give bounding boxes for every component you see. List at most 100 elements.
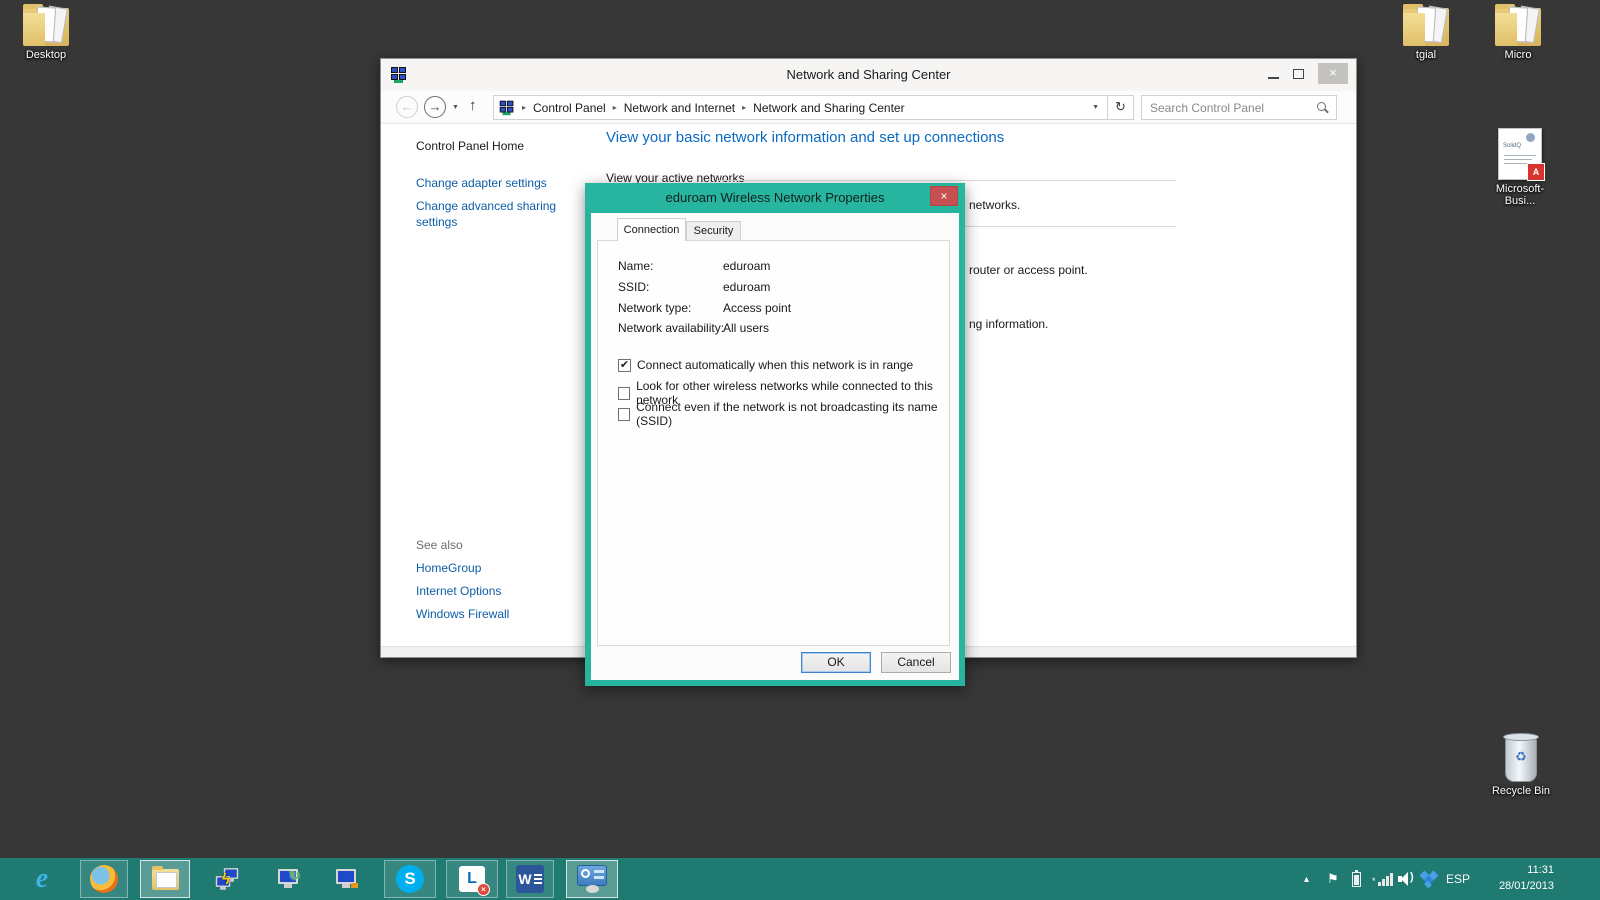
desktop-icon-desktop[interactable]: Desktop xyxy=(8,6,84,61)
word-icon: W xyxy=(516,865,544,893)
maximize-button[interactable] xyxy=(1293,69,1304,79)
breadcrumb-item-network-sharing[interactable]: Network and Sharing Center xyxy=(753,101,904,115)
taskbar-item-internet-explorer[interactable]: e xyxy=(20,860,64,898)
remote-desktop-icon: ↻ xyxy=(278,869,298,884)
tray-action-center[interactable]: ⚑ xyxy=(1327,858,1339,900)
history-dropdown-icon[interactable]: ▼ xyxy=(452,104,459,111)
address-dropdown-icon[interactable]: ▼ xyxy=(1084,104,1107,111)
checkbox-connect-hidden-ssid[interactable]: Connect even if the network is not broad… xyxy=(618,400,949,428)
tab-connection[interactable]: Connection xyxy=(617,218,686,241)
taskbar-item-firefox[interactable] xyxy=(80,860,128,898)
recycle-bin-icon: ♻ xyxy=(1505,736,1537,782)
taskbar-item-network-computer[interactable] xyxy=(324,860,368,898)
dropbox-icon xyxy=(1420,871,1438,888)
text-fragment-router: router or access point. xyxy=(969,263,1088,277)
forward-button[interactable]: → xyxy=(424,96,446,118)
close-button[interactable]: × xyxy=(1318,63,1348,84)
tray-volume[interactable]: ) xyxy=(1398,858,1416,900)
control-panel-icon xyxy=(577,865,607,886)
taskbar-item-control-panel[interactable] xyxy=(566,860,618,898)
text-fragment-networks: networks. xyxy=(969,198,1020,212)
folder-icon xyxy=(1495,6,1541,46)
folder-icon xyxy=(23,6,69,46)
firefox-icon xyxy=(90,865,118,893)
tray-clock[interactable]: 11:31 28/01/2013 xyxy=(1478,862,1554,894)
lync-icon: L× xyxy=(459,866,485,892)
back-button[interactable]: ← xyxy=(396,96,418,118)
network-computer-icon xyxy=(336,869,356,884)
breadcrumb-separator-icon: ▸ xyxy=(522,103,526,112)
field-value-network-availability: All users xyxy=(723,321,769,335)
folder-icon xyxy=(1403,6,1449,46)
ok-button[interactable]: OK xyxy=(801,652,871,673)
desktop-icon-label: Recycle Bin xyxy=(1486,785,1556,797)
section-divider xyxy=(963,226,1176,227)
sidebar-item-change-adapter-settings[interactable]: Change adapter settings xyxy=(416,176,547,190)
checkbox-connect-automatically[interactable]: ✔ Connect automatically when this networ… xyxy=(618,358,913,372)
breadcrumb-separator-icon: ▸ xyxy=(613,103,617,112)
checkbox-icon[interactable] xyxy=(618,387,630,400)
tab-security[interactable]: Security xyxy=(686,221,741,241)
address-bar: ← → ▼ ↑ ▸ Control Panel ▸ Network and In… xyxy=(381,91,1356,124)
up-button[interactable]: ↑ xyxy=(469,97,477,114)
breadcrumb-item-network-internet[interactable]: Network and Internet xyxy=(624,101,735,115)
speaker-icon: ) xyxy=(1398,872,1416,886)
sidebar-item-change-advanced-sharing[interactable]: Change advanced sharing settings xyxy=(416,198,564,230)
text-fragment-info: ng information. xyxy=(969,317,1048,331)
taskbar-item-skype[interactable]: S xyxy=(384,860,436,898)
eduroam-properties-dialog: eduroam Wireless Network Properties × Co… xyxy=(585,183,965,686)
network-icon xyxy=(500,100,514,114)
clock-date: 28/01/2013 xyxy=(1478,878,1554,894)
tray-network-signal[interactable]: * xyxy=(1372,858,1393,900)
see-also-heading: See also xyxy=(416,538,463,552)
window-titlebar[interactable]: Network and Sharing Center × xyxy=(381,59,1356,91)
adobe-pdf-badge-icon: A xyxy=(1527,163,1545,181)
tray-dropbox[interactable] xyxy=(1420,858,1438,900)
breadcrumb[interactable]: ▸ Control Panel ▸ Network and Internet ▸… xyxy=(493,95,1134,120)
tray-language-indicator[interactable]: ESP xyxy=(1446,858,1470,900)
breadcrumb-separator-icon: ▸ xyxy=(742,103,746,112)
tray-battery[interactable] xyxy=(1352,858,1361,900)
taskbar-item-file-explorer[interactable] xyxy=(140,860,190,898)
desktop-icon-pdf-document[interactable]: SolidQ A Microsoft-Busi... xyxy=(1482,128,1558,207)
minimize-button[interactable] xyxy=(1268,77,1279,79)
desktop-icon-label: Microsoft-Busi... xyxy=(1482,183,1558,207)
search-input[interactable]: Search Control Panel xyxy=(1141,95,1337,120)
window-title: Network and Sharing Center xyxy=(381,67,1356,82)
desktop-icon-label: Micro xyxy=(1482,49,1554,61)
sidebar-item-homegroup[interactable]: HomeGroup xyxy=(416,561,481,575)
taskbar-item-lync[interactable]: L× xyxy=(446,860,498,898)
field-value-ssid: eduroam xyxy=(723,280,770,294)
pdf-document-icon: SolidQ A xyxy=(1498,128,1542,180)
desktop-icon-micro[interactable]: Micro xyxy=(1482,6,1554,61)
sidebar-item-windows-firewall[interactable]: Windows Firewall xyxy=(416,607,509,621)
taskbar-item-word[interactable]: W xyxy=(506,860,554,898)
checkbox-icon[interactable] xyxy=(618,408,630,421)
desktop-icon-tgial[interactable]: tgial xyxy=(1390,6,1462,61)
field-label-network-availability: Network availability: xyxy=(618,321,724,335)
chevron-up-icon: ▴ xyxy=(1304,874,1309,885)
dialog-title: eduroam Wireless Network Properties xyxy=(585,190,965,205)
putty-icon: ϟ xyxy=(213,866,243,892)
desktop-icon-recycle-bin[interactable]: ♻ Recycle Bin xyxy=(1486,736,1556,797)
taskbar-item-remote-desktop[interactable]: ↻ xyxy=(264,860,312,898)
field-label-name: Name: xyxy=(618,259,653,273)
desktop: Desktop tgial Micro SolidQ A Microsoft-B… xyxy=(0,0,1600,900)
breadcrumb-item-control-panel[interactable]: Control Panel xyxy=(533,101,606,115)
error-badge-icon: × xyxy=(477,883,490,896)
field-value-name: eduroam xyxy=(723,259,770,273)
sidebar-item-control-panel-home[interactable]: Control Panel Home xyxy=(416,139,524,153)
cancel-button[interactable]: Cancel xyxy=(881,652,951,673)
page-title: View your basic network information and … xyxy=(606,129,1004,146)
sidebar-item-internet-options[interactable]: Internet Options xyxy=(416,584,501,598)
dialog-body: Connection Security Name: eduroam SSID: … xyxy=(591,213,959,680)
taskbar-item-putty[interactable]: ϟ xyxy=(206,860,250,898)
taskbar: e ϟ ↻ S L× W xyxy=(0,858,1600,900)
checkbox-icon[interactable]: ✔ xyxy=(618,359,631,372)
connection-tab-page: Name: eduroam SSID: eduroam Network type… xyxy=(597,240,950,646)
refresh-icon[interactable]: ↻ xyxy=(1107,96,1133,119)
field-value-network-type: Access point xyxy=(723,301,791,315)
dialog-close-button[interactable]: × xyxy=(930,186,958,206)
tray-expand-button[interactable]: ▴ xyxy=(1304,858,1309,900)
clock-time: 11:31 xyxy=(1478,862,1554,878)
